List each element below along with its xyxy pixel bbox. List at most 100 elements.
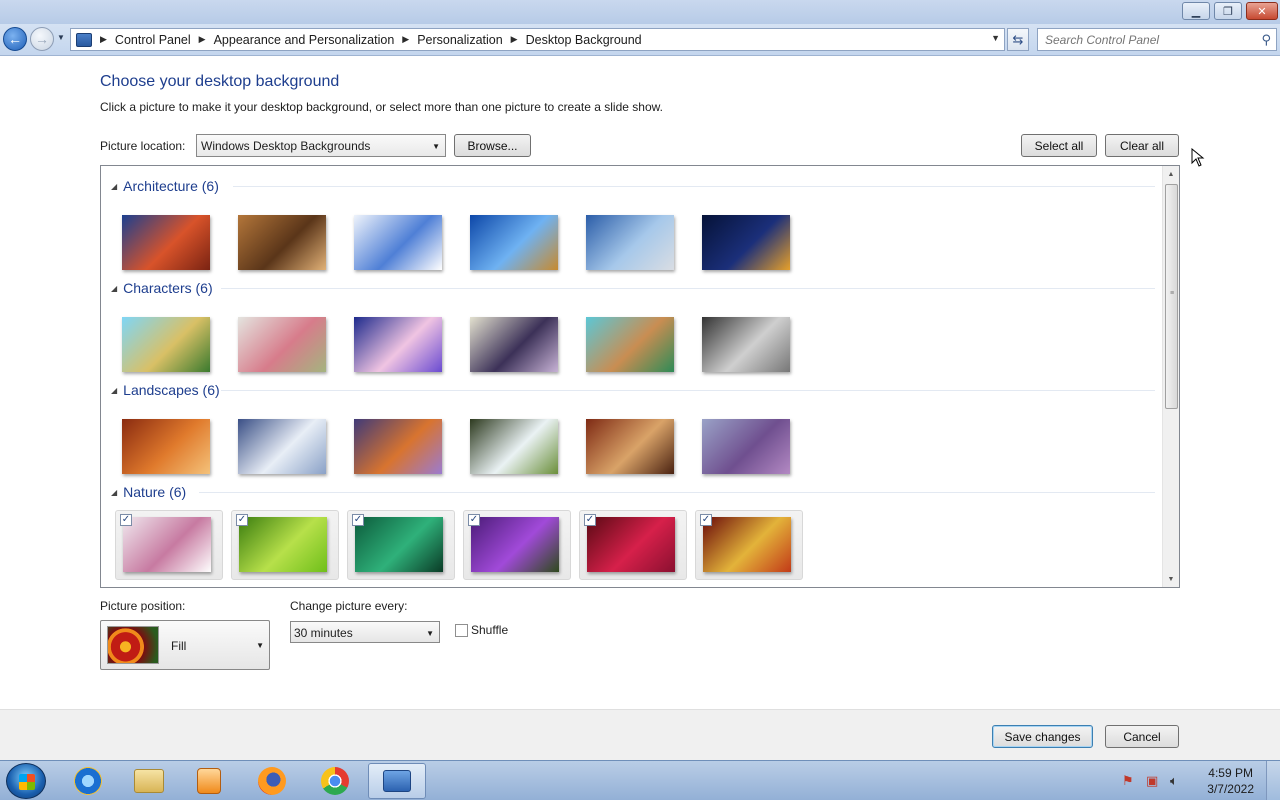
- picture-location-select[interactable]: Windows Desktop Backgrounds ▼: [196, 134, 446, 157]
- taskbar-control-panel[interactable]: [368, 763, 426, 799]
- taskbar-file-explorer[interactable]: [121, 763, 177, 799]
- group-header[interactable]: ◢ Characters (6): [111, 278, 213, 298]
- wallpaper-thumbnail-item[interactable]: ✓: [231, 510, 339, 580]
- wallpaper-checkbox[interactable]: ✓: [352, 514, 364, 526]
- chevron-down-icon: ▼: [426, 629, 434, 638]
- clear-all-button[interactable]: Clear all: [1105, 134, 1179, 157]
- wallpaper-thumbnail-item[interactable]: ✓: [347, 510, 455, 580]
- wallpaper-thumbnail-item[interactable]: [231, 311, 339, 381]
- wallpaper-image: [123, 517, 211, 572]
- shuffle-label[interactable]: Shuffle: [471, 623, 508, 637]
- action-center-flag-icon[interactable]: ⚑: [1122, 773, 1134, 789]
- wallpaper-checkbox[interactable]: ✓: [700, 514, 712, 526]
- wallpaper-image: [239, 517, 327, 572]
- group-header[interactable]: ◢ Landscapes (6): [111, 380, 220, 400]
- position-preview-image: [107, 626, 159, 664]
- wallpaper-thumbnail-item[interactable]: [347, 413, 455, 483]
- forward-button[interactable]: →: [30, 27, 54, 51]
- wallpaper-thumbnail-item[interactable]: [463, 209, 571, 279]
- refresh-button[interactable]: ⇆: [1007, 28, 1029, 51]
- wallpaper-thumbnail-item[interactable]: [115, 209, 223, 279]
- chevron-right-icon[interactable]: ▶: [402, 34, 409, 45]
- network-icon[interactable]: ▣: [1146, 773, 1158, 789]
- wallpaper-thumbnail-item[interactable]: ✓: [695, 510, 803, 580]
- clock-time: 4:59 PM: [1208, 766, 1253, 780]
- select-all-button[interactable]: Select all: [1021, 134, 1097, 157]
- breadcrumb-personalization[interactable]: Personalization: [417, 33, 502, 47]
- minimize-button[interactable]: ▁: [1182, 2, 1210, 20]
- save-changes-button[interactable]: Save changes: [992, 725, 1093, 748]
- taskbar-internet-explorer[interactable]: [60, 763, 116, 799]
- wallpaper-thumbnail-item[interactable]: [579, 209, 687, 279]
- group-header[interactable]: ◢ Nature (6): [111, 482, 186, 502]
- back-button[interactable]: ←: [3, 27, 27, 51]
- address-bar[interactable]: ▶ Control Panel ▶ Appearance and Persona…: [70, 28, 1005, 51]
- wallpaper-thumbnail-item[interactable]: [231, 209, 339, 279]
- change-interval-select[interactable]: 30 minutes ▼: [290, 621, 440, 643]
- group-header[interactable]: ◢ Architecture (6): [111, 176, 219, 196]
- wallpaper-thumbnail-item[interactable]: [579, 311, 687, 381]
- wallpaper-thumbnail-item[interactable]: [115, 311, 223, 381]
- chevron-right-icon[interactable]: ▶: [511, 34, 518, 45]
- volume-icon[interactable]: 🔈︎: [1170, 773, 1178, 789]
- start-button[interactable]: [6, 763, 46, 799]
- wallpaper-thumbnail-item[interactable]: ✓: [115, 510, 223, 580]
- wallpaper-thumbnail-item[interactable]: [231, 413, 339, 483]
- breadcrumb-control-panel[interactable]: Control Panel: [115, 33, 191, 47]
- wallpaper-checkbox[interactable]: ✓: [584, 514, 596, 526]
- wallpaper-image: [586, 215, 674, 270]
- wallpaper-thumbnail-item[interactable]: ✓: [463, 510, 571, 580]
- taskbar-firefox[interactable]: [244, 763, 300, 799]
- wallpaper-thumbnail-item[interactable]: [115, 413, 223, 483]
- chevron-right-icon[interactable]: ▶: [199, 34, 206, 45]
- collapse-triangle-icon[interactable]: ◢: [111, 284, 117, 293]
- wallpaper-checkbox[interactable]: ✓: [468, 514, 480, 526]
- close-button[interactable]: ✕: [1246, 2, 1278, 20]
- wallpaper-thumbnail-item[interactable]: [695, 311, 803, 381]
- wallpaper-image: [702, 215, 790, 270]
- chevron-right-icon[interactable]: ▶: [100, 34, 107, 45]
- breadcrumb-appearance[interactable]: Appearance and Personalization: [214, 33, 395, 47]
- shuffle-option[interactable]: Shuffle: [455, 623, 508, 637]
- scroll-up-icon[interactable]: ▲: [1163, 166, 1179, 182]
- wallpaper-thumbnail-item[interactable]: [463, 311, 571, 381]
- chevron-down-icon[interactable]: ▼: [991, 33, 1000, 43]
- taskbar-chrome[interactable]: [307, 763, 363, 799]
- picture-position-select[interactable]: Fill ▼: [100, 620, 270, 670]
- wallpaper-thumbnail-item[interactable]: [347, 311, 455, 381]
- wallpaper-thumbnail-item[interactable]: [695, 413, 803, 483]
- scrollbar-thumb[interactable]: ≡: [1165, 184, 1178, 409]
- browse-button[interactable]: Browse...: [454, 134, 531, 157]
- search-input[interactable]: [1045, 32, 1250, 47]
- scroll-down-icon[interactable]: ▼: [1163, 571, 1179, 587]
- taskbar-media-player[interactable]: [181, 763, 237, 799]
- system-clock[interactable]: 4:59 PM 3/7/2022: [1207, 765, 1254, 797]
- collapse-triangle-icon[interactable]: ◢: [111, 182, 117, 191]
- breadcrumb-desktop-background[interactable]: Desktop Background: [526, 33, 642, 47]
- picture-gallery[interactable]: ◢ Architecture (6) ◢ Characters (6) ◢ Landsca…: [100, 165, 1180, 588]
- wallpaper-thumbnail-item[interactable]: ✓: [579, 510, 687, 580]
- search-icon[interactable]: ⚲: [1261, 32, 1271, 48]
- wallpaper-thumbnail-item[interactable]: [347, 209, 455, 279]
- wallpaper-image: [238, 419, 326, 474]
- maximize-button[interactable]: ❐: [1214, 2, 1242, 20]
- collapse-triangle-icon[interactable]: ◢: [111, 488, 117, 497]
- wallpaper-thumbnail-item[interactable]: [463, 413, 571, 483]
- vertical-scrollbar[interactable]: ▲ ≡ ▼: [1162, 166, 1179, 587]
- wallpaper-checkbox[interactable]: ✓: [120, 514, 132, 526]
- shuffle-checkbox[interactable]: [455, 623, 468, 637]
- file-explorer-icon: [134, 769, 164, 793]
- wallpaper-image: [122, 419, 210, 474]
- show-desktop-button[interactable]: [1266, 761, 1280, 800]
- wallpaper-thumbnail-item[interactable]: [579, 413, 687, 483]
- chevron-down-icon: ▼: [432, 142, 440, 151]
- collapse-triangle-icon[interactable]: ◢: [111, 386, 117, 395]
- cancel-button[interactable]: Cancel: [1105, 725, 1179, 748]
- wallpaper-image: [470, 317, 558, 372]
- search-box[interactable]: ⚲: [1037, 28, 1277, 51]
- recent-pages-dropdown[interactable]: ▼: [57, 33, 65, 42]
- wallpaper-thumbnail-item[interactable]: [695, 209, 803, 279]
- wallpaper-image: [354, 419, 442, 474]
- wallpaper-checkbox[interactable]: ✓: [236, 514, 248, 526]
- mouse-cursor-icon: [1191, 148, 1205, 167]
